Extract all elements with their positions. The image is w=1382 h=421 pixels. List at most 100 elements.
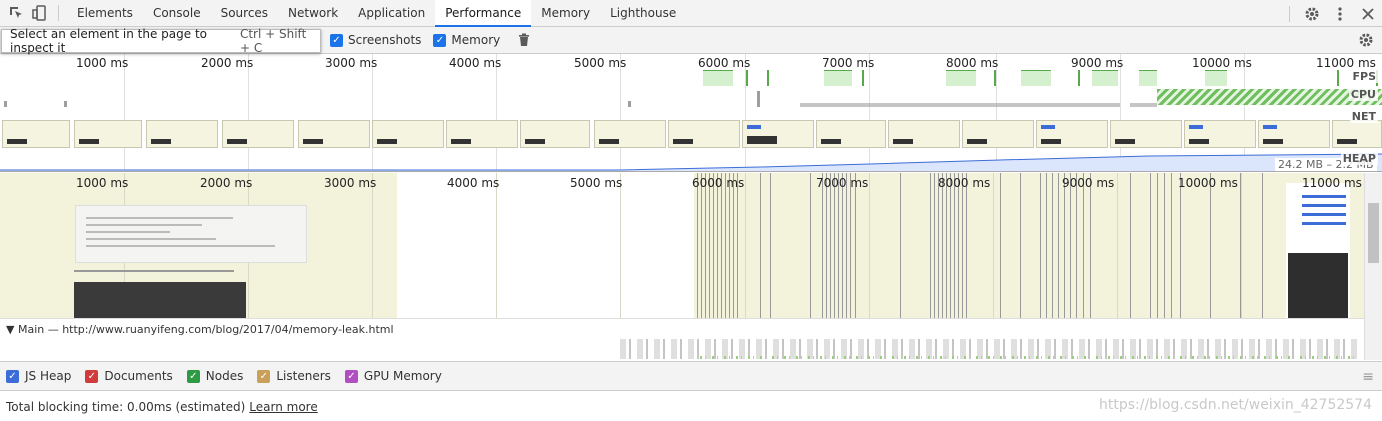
screenshot-thumb[interactable] xyxy=(816,120,886,148)
screenshot-thumb[interactable] xyxy=(1332,120,1382,148)
check-icon: ✓ xyxy=(186,369,200,383)
overview-tick: 8000 ms xyxy=(946,56,999,70)
flame-chart[interactable]: 1000 ms 2000 ms 3000 ms 4000 ms 5000 ms … xyxy=(0,173,1364,318)
counter-documents[interactable]: ✓ Documents xyxy=(85,369,173,383)
screenshot-thumb[interactable] xyxy=(962,120,1034,148)
device-toolbar-icon[interactable] xyxy=(28,0,52,27)
counter-nodes[interactable]: ✓ Nodes xyxy=(186,369,244,383)
inspect-icon[interactable] xyxy=(4,0,28,27)
tab-elements[interactable]: Elements xyxy=(67,0,143,27)
overview-tick: 11000 ms xyxy=(1316,56,1376,70)
tab-memory[interactable]: Memory xyxy=(531,0,600,27)
screenshot-thumb[interactable] xyxy=(1036,120,1108,148)
tooltip-text: Select an element in the page to inspect… xyxy=(10,27,207,55)
fps-segment xyxy=(824,70,852,86)
cpu-activity xyxy=(800,103,1120,107)
main-thread-title[interactable]: ▼ Main — http://www.ruanyifeng.com/blog/… xyxy=(6,323,394,336)
screenshot-preview-text xyxy=(74,270,234,272)
gear-icon[interactable] xyxy=(1298,0,1326,27)
timeline-overview[interactable]: 1000 ms 2000 ms 3000 ms 4000 ms 5000 ms … xyxy=(0,54,1382,172)
screenshot-thumb[interactable] xyxy=(520,120,590,148)
tooltip-shortcut: Ctrl + Shift + C xyxy=(239,27,307,55)
flame-tick: 5000 ms xyxy=(570,176,623,190)
fps-segment xyxy=(1021,70,1051,86)
net-label: NET xyxy=(1349,110,1378,123)
screenshot-thumb[interactable] xyxy=(298,120,370,148)
separator xyxy=(1289,5,1290,22)
tab-console[interactable]: Console xyxy=(143,0,211,27)
check-icon: ✓ xyxy=(344,369,358,383)
memory-checkbox[interactable]: ✓ Memory xyxy=(433,33,500,47)
idle-region xyxy=(397,173,694,318)
screenshot-thumb[interactable] xyxy=(888,120,960,148)
screenshot-thumb[interactable] xyxy=(1110,120,1182,148)
counter-label: Nodes xyxy=(205,369,244,383)
fps-segment xyxy=(1337,70,1339,86)
screenshot-thumb[interactable] xyxy=(742,120,814,148)
cpu-activity xyxy=(4,101,7,107)
scrollbar-thumb[interactable] xyxy=(1368,203,1379,263)
check-icon: ✓ xyxy=(85,369,99,383)
fps-segment xyxy=(862,70,864,86)
watermark: https://blog.csdn.net/weixin_42752574 xyxy=(1098,397,1372,413)
more-vert-icon[interactable] xyxy=(1326,0,1354,27)
memory-label: Memory xyxy=(451,33,501,47)
screenshot-preview xyxy=(75,205,307,263)
capture-settings-icon[interactable] xyxy=(1354,27,1378,54)
tab-performance[interactable]: Performance xyxy=(435,0,532,27)
main-thread-track[interactable]: ▼ Main — http://www.ruanyifeng.com/blog/… xyxy=(0,318,1364,360)
counter-gpu-memory[interactable]: ✓ GPU Memory xyxy=(344,369,442,383)
counter-label: GPU Memory xyxy=(363,369,442,383)
menu-icon[interactable]: ≡ xyxy=(1362,369,1374,385)
overview-tick: 4000 ms xyxy=(449,56,502,70)
screenshots-checkbox[interactable]: ✓ Screenshots xyxy=(330,33,421,47)
overview-tick: 3000 ms xyxy=(325,56,378,70)
fps-label: FPS xyxy=(1350,70,1378,83)
cpu-activity xyxy=(757,91,760,107)
overview-tick: 9000 ms xyxy=(1071,56,1124,70)
overview-tick: 10000 ms xyxy=(1192,56,1252,70)
tab-application[interactable]: Application xyxy=(348,0,435,27)
tab-lighthouse[interactable]: Lighthouse xyxy=(600,0,686,27)
fps-segment xyxy=(1139,70,1157,86)
check-icon: ✓ xyxy=(330,33,343,47)
counter-js-heap[interactable]: ✓ JS Heap xyxy=(6,369,71,383)
flame-tick: 8000 ms xyxy=(938,176,991,190)
tab-network[interactable]: Network xyxy=(278,0,348,27)
tab-sources[interactable]: Sources xyxy=(211,0,278,27)
fps-segment xyxy=(1078,70,1080,86)
screenshot-thumb[interactable] xyxy=(372,120,444,148)
counter-listeners[interactable]: ✓ Listeners xyxy=(257,369,331,383)
cpu-label: CPU xyxy=(1348,88,1378,101)
vertical-scrollbar[interactable] xyxy=(1364,173,1382,360)
overview-tick: 7000 ms xyxy=(822,56,875,70)
flame-tick: 6000 ms xyxy=(692,176,745,190)
summary-footer: Total blocking time: 0.00ms (estimated) … xyxy=(0,392,1382,421)
fps-segment xyxy=(946,70,976,86)
screenshot-thumb[interactable] xyxy=(446,120,518,148)
memory-counters: ✓ JS Heap ✓ Documents ✓ Nodes ✓ Listener… xyxy=(0,361,1382,391)
inspect-tooltip: Select an element in the page to inspect… xyxy=(1,27,321,55)
screenshot-thumb[interactable] xyxy=(668,120,740,148)
cpu-activity xyxy=(64,101,67,107)
overview-tick: 6000 ms xyxy=(698,56,751,70)
trash-icon[interactable] xyxy=(512,27,536,54)
flame-tick: 7000 ms xyxy=(816,176,869,190)
flame-tick: 10000 ms xyxy=(1178,176,1238,190)
close-icon[interactable] xyxy=(1354,0,1382,27)
screenshot-thumb[interactable] xyxy=(594,120,666,148)
separator xyxy=(58,5,59,21)
screenshot-thumb[interactable] xyxy=(2,120,70,148)
screenshot-thumb[interactable] xyxy=(1184,120,1256,148)
fps-segment xyxy=(1092,70,1118,86)
learn-more-link[interactable]: Learn more xyxy=(249,400,317,414)
cpu-activity xyxy=(628,101,631,107)
screenshot-thumb[interactable] xyxy=(222,120,294,148)
flame-tick: 11000 ms xyxy=(1302,176,1362,190)
screenshot-thumb[interactable] xyxy=(1258,120,1330,148)
screenshot-thumb[interactable] xyxy=(74,120,142,148)
heap-graph xyxy=(0,153,1382,171)
check-icon: ✓ xyxy=(257,369,271,383)
screenshot-thumb[interactable] xyxy=(146,120,218,148)
counter-label: Listeners xyxy=(276,369,331,383)
